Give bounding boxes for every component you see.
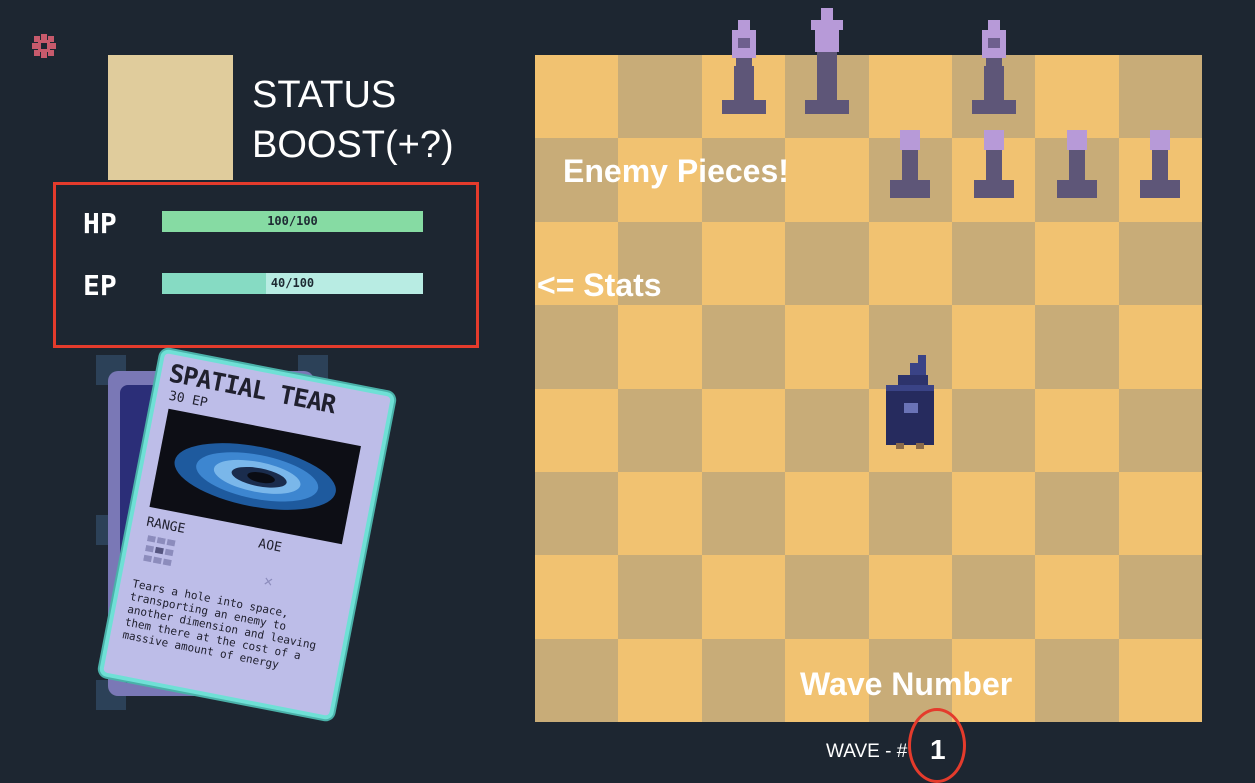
enemy-pawn-icon xyxy=(1057,130,1097,198)
enemy-bishop-icon xyxy=(805,8,849,114)
ep-label: EP xyxy=(83,269,117,302)
status-boost-swatch xyxy=(108,55,233,180)
stats-annotation: <= Stats xyxy=(537,267,662,303)
wave-number-annotation: Wave Number xyxy=(800,666,1013,702)
hp-bar: 100/100 xyxy=(162,211,423,232)
enemy-pawn-icon xyxy=(890,130,930,198)
enemy-bishop-icon xyxy=(722,20,766,114)
card-description: Tears a hole into space, transporting an… xyxy=(121,577,318,672)
enemy-bishop-icon xyxy=(972,20,1016,114)
hp-value: 100/100 xyxy=(267,214,318,228)
enemy-pieces-annotation: Enemy Pieces! xyxy=(563,153,789,189)
wave-label: WAVE - # xyxy=(826,741,908,762)
enemy-pawn-icon xyxy=(974,130,1014,198)
hp-label: HP xyxy=(83,207,117,240)
card-range-grid xyxy=(140,535,187,582)
card-aoe-label: AOE xyxy=(256,536,283,556)
status-boost-text: STATUS BOOST(+?) xyxy=(252,74,454,166)
card-range-label: RANGE xyxy=(145,514,187,537)
player-wizard-icon xyxy=(886,355,934,449)
settings-gear-icon[interactable] xyxy=(28,30,60,62)
enemy-pawn-icon xyxy=(1140,130,1180,198)
ep-value: 40/100 xyxy=(270,276,315,290)
ep-bar: 40/100 xyxy=(162,273,423,294)
stats-panel: HP 100/100 EP 40/100 xyxy=(53,182,479,348)
wave-number-highlight xyxy=(908,708,966,783)
pieces-layer xyxy=(722,8,1180,449)
card-aoe-marker-icon: ✕ xyxy=(262,574,275,590)
